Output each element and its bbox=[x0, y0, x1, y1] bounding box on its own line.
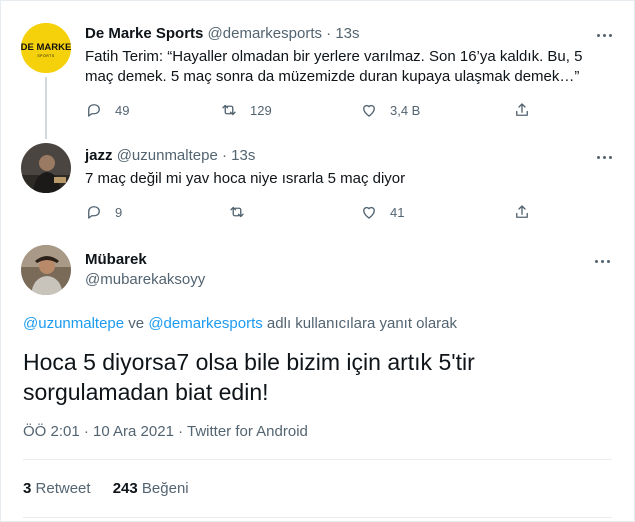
retweet-count: 129 bbox=[250, 102, 272, 118]
tweet-time[interactable]: 13s bbox=[335, 25, 359, 42]
retweet-stat-label: Retweet bbox=[35, 480, 91, 497]
main-author-name[interactable]: Mübarek bbox=[85, 251, 147, 268]
main-author-handle[interactable]: @mubarekaksoyy bbox=[85, 271, 205, 288]
reply-to-suffix: adlı kullanıcılara yanıt olarak bbox=[266, 315, 458, 332]
like-stat-label: Beğeni bbox=[141, 480, 189, 497]
author-name[interactable]: De Marke Sports bbox=[85, 25, 203, 42]
main-tweet-text: Hoca 5 diyorsa7 olsa bile bizim için art… bbox=[23, 347, 603, 407]
tweet-time[interactable]: 13s bbox=[231, 147, 255, 164]
tweet-jazz[interactable]: jazz @uzunmaltepe · 13s 7 maç değil mi y… bbox=[1, 131, 635, 231]
avatar-logo-subtext: SPORTS bbox=[37, 54, 54, 58]
retweet-stat-count: 3 bbox=[23, 480, 32, 497]
reply-icon bbox=[88, 206, 100, 219]
tweet-actions: 9 41 bbox=[85, 203, 545, 223]
avatar-photo-mubarek bbox=[21, 245, 71, 295]
tweet-demarke[interactable]: DE MARKE SPORTS De Marke Sports @demarke… bbox=[1, 1, 635, 131]
avatar-jazz[interactable] bbox=[21, 143, 71, 193]
reply-button[interactable]: 49 bbox=[85, 101, 129, 119]
separator-dot: · bbox=[326, 25, 332, 42]
divider bbox=[23, 517, 612, 518]
like-count: 41 bbox=[390, 204, 405, 220]
engagement-stats: 3 Retweet 243 Beğeni bbox=[23, 480, 189, 497]
retweet-stat[interactable]: 3 Retweet bbox=[23, 480, 91, 497]
tweet-timestamp-source[interactable]: ÖÖ 2:01 · 10 Ara 2021 · Twitter for Andr… bbox=[23, 423, 308, 440]
reply-to-connector: ve bbox=[128, 315, 145, 332]
tweet-thread-card: DE MARKE SPORTS De Marke Sports @demarke… bbox=[0, 0, 635, 522]
author-handle[interactable]: @demarkesports bbox=[208, 25, 322, 42]
share-icon bbox=[516, 103, 528, 116]
like-count: 3,4 B bbox=[390, 102, 421, 118]
share-button[interactable] bbox=[513, 203, 531, 221]
divider bbox=[23, 459, 612, 460]
heart-icon bbox=[363, 206, 375, 219]
more-options-icon[interactable] bbox=[592, 251, 612, 271]
like-button[interactable]: 41 bbox=[360, 203, 404, 221]
like-stat-count: 243 bbox=[112, 480, 138, 497]
tweet-actions: 49 129 3,4 B bbox=[85, 101, 545, 121]
avatar-photo-jazz bbox=[21, 143, 71, 193]
retweet-icon bbox=[230, 206, 244, 218]
author-handle[interactable]: @uzunmaltepe bbox=[117, 147, 218, 164]
thread-connector-line bbox=[45, 77, 47, 139]
reply-count: 49 bbox=[115, 102, 130, 118]
main-tweet-text-line: Hoca 5 diyorsa7 olsa bile bizim için art… bbox=[23, 349, 475, 375]
tweet-text: Fatih Terim: “Hayaller olmadan bir yerle… bbox=[85, 47, 605, 87]
demarke-logo-icon: DE MARKE SPORTS bbox=[21, 23, 71, 73]
reply-icon bbox=[88, 104, 100, 117]
avatar-mubarek[interactable] bbox=[21, 245, 71, 295]
avatar-logo-text: DE MARKE bbox=[21, 42, 71, 53]
like-stat[interactable]: 243 Beğeni bbox=[113, 480, 189, 497]
retweet-button[interactable]: 129 bbox=[220, 101, 272, 119]
reply-to-user-link[interactable]: @uzunmaltepe bbox=[23, 315, 124, 332]
heart-icon bbox=[363, 104, 375, 117]
more-options-icon[interactable] bbox=[594, 25, 614, 45]
reply-count: 9 bbox=[115, 204, 123, 220]
like-button[interactable]: 3,4 B bbox=[360, 101, 420, 119]
tweet-text-line: 7 maç değil mi yav hoca niye ısrarla 5 m… bbox=[85, 170, 406, 187]
reply-to-context: @uzunmaltepe ve @demarkesports adlı kull… bbox=[23, 315, 457, 332]
retweet-button[interactable] bbox=[228, 203, 246, 221]
separator-dot: · bbox=[221, 147, 227, 164]
main-tweet-text-line: sorgulamadan biat edin! bbox=[23, 379, 269, 405]
retweet-icon bbox=[222, 104, 236, 116]
tweet-text-line: maç demek. 5 maç sonra da müzemizde dura… bbox=[85, 68, 580, 85]
avatar-demarke[interactable]: DE MARKE SPORTS bbox=[21, 23, 71, 73]
more-options-icon[interactable] bbox=[594, 147, 614, 167]
reply-button[interactable]: 9 bbox=[85, 203, 122, 221]
share-button[interactable] bbox=[513, 101, 531, 119]
tweet-header: De Marke Sports @demarkesports · 13s bbox=[85, 25, 360, 42]
reply-to-user-link[interactable]: @demarkesports bbox=[148, 315, 262, 332]
tweet-text-line: Fatih Terim: “Hayaller olmadan bir yerle… bbox=[85, 48, 583, 65]
author-name[interactable]: jazz bbox=[85, 147, 113, 164]
share-icon bbox=[516, 205, 528, 218]
tweet-text: 7 maç değil mi yav hoca niye ısrarla 5 m… bbox=[85, 169, 605, 189]
tweet-header: jazz @uzunmaltepe · 13s bbox=[85, 147, 255, 164]
